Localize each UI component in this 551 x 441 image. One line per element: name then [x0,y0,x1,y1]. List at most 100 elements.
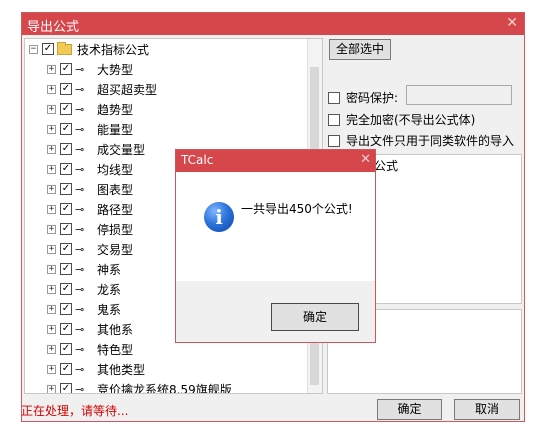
password-checkbox[interactable] [328,91,340,104]
expand-icon[interactable]: + [47,364,56,374]
tree-item-checkbox[interactable]: ✓ [60,263,72,275]
tree-item[interactable]: + ✓ ⊸ 成交量型 [47,140,145,158]
tree-item-label: 特色型 [97,342,134,357]
tcalc-dialog: TCalc ✕ i 一共导出450个公式! 确定 [175,149,376,343]
expand-icon[interactable]: + [47,164,56,174]
ok-button[interactable]: 确定 [377,399,442,420]
same-software-checkbox[interactable] [328,134,340,147]
expand-icon[interactable]: + [47,104,56,114]
tree-item[interactable]: + ✓ ⊸ 鬼系 [47,300,121,318]
key-icon: ⊸ [75,302,85,316]
tree-item-label: 超买超卖型 [97,82,158,97]
tree-item-label: 能量型 [97,122,134,137]
cancel-button[interactable]: 取消 [454,399,520,420]
tree-item-label: 龙系 [97,282,122,297]
tree-item-label: 鬼系 [97,302,122,317]
password-label: 密码保护: [346,91,399,105]
tree-item-checkbox[interactable]: ✓ [60,303,72,315]
key-icon: ⊸ [75,182,85,196]
info-icon: i [204,202,234,232]
tree-item[interactable]: + ✓ ⊸ 图表型 [47,180,133,198]
key-icon: ⊸ [75,322,85,336]
tree-item-checkbox[interactable]: ✓ [60,283,72,295]
tree-item-checkbox[interactable]: ✓ [60,103,72,115]
same-software-option[interactable]: 导出文件只用于同类软件的导入 [328,132,514,149]
tree-root-row[interactable]: − ✓ 技术指标公式 [29,40,149,58]
status-text: 正在处理，请等待... [21,404,129,418]
tree-item-checkbox[interactable]: ✓ [60,163,72,175]
tree-item[interactable]: + ✓ ⊸ 停损型 [47,220,133,238]
tree-item-label: 大势型 [97,62,134,77]
expand-icon[interactable]: + [47,384,56,393]
tree-item[interactable]: + ✓ ⊸ 路径型 [47,200,133,218]
tree-item-checkbox[interactable]: ✓ [60,383,72,393]
key-icon: ⊸ [75,362,85,376]
tree-item[interactable]: + ✓ ⊸ 趋势型 [47,100,133,118]
tree-item-checkbox[interactable]: ✓ [60,63,72,75]
expand-icon[interactable]: + [47,264,56,274]
close-icon[interactable]: ✕ [506,15,518,31]
key-icon: ⊸ [75,82,85,96]
tree-item-checkbox[interactable]: ✓ [60,203,72,215]
collapse-icon[interactable]: − [29,44,38,54]
tree-item-checkbox[interactable]: ✓ [60,223,72,235]
tree-item[interactable]: + ✓ ⊸ 龙系 [47,280,121,298]
tree-item[interactable]: + ✓ ⊸ 特色型 [47,340,133,358]
tree-item-label: 停损型 [97,222,134,237]
tree-root-checkbox[interactable]: ✓ [42,43,54,55]
tree-item-checkbox[interactable]: ✓ [60,243,72,255]
encrypt-option[interactable]: 完全加密(不导出公式体) [328,111,475,128]
expand-icon[interactable]: + [47,204,56,214]
tree-item-checkbox[interactable]: ✓ [60,323,72,335]
tree-item-checkbox[interactable]: ✓ [60,143,72,155]
expand-icon[interactable]: + [47,144,56,154]
tree-item-label: 趋势型 [97,102,134,117]
tree-item-checkbox[interactable]: ✓ [60,343,72,355]
dialog-ok-button[interactable]: 确定 [271,303,359,331]
key-icon: ⊸ [75,62,85,76]
expand-icon[interactable]: + [47,284,56,294]
expand-icon[interactable]: + [47,304,56,314]
key-icon: ⊸ [75,162,85,176]
tree-item[interactable]: + ✓ ⊸ 竞价擒龙系统8.59旗舰版 [47,380,232,393]
tree-item[interactable]: + ✓ ⊸ 交易型 [47,240,133,258]
dialog-close-icon[interactable]: ✕ [360,152,371,167]
tree-item[interactable]: + ✓ ⊸ 其他类型 [47,360,145,378]
expand-icon[interactable]: + [47,224,56,234]
tree-item-label: 其他系 [97,322,134,337]
tree-item[interactable]: + ✓ ⊸ 超买超卖型 [47,80,157,98]
window-titlebar[interactable]: 导出公式 ✕ [22,13,524,35]
dialog-body: i 一共导出450个公式! [176,172,375,281]
dialog-titlebar[interactable]: TCalc ✕ [176,150,375,172]
expand-icon[interactable]: + [47,124,56,134]
key-icon: ⊸ [75,142,85,156]
key-icon: ⊸ [75,282,85,296]
key-icon: ⊸ [75,262,85,276]
password-option[interactable]: 密码保护: [328,89,398,106]
key-icon: ⊸ [75,202,85,216]
tree-item[interactable]: + ✓ ⊸ 神系 [47,260,121,278]
tree-item-label: 图表型 [97,182,134,197]
expand-icon[interactable]: + [47,344,56,354]
expand-icon[interactable]: + [47,84,56,94]
tree-item[interactable]: + ✓ ⊸ 能量型 [47,120,133,138]
key-icon: ⊸ [75,122,85,136]
tree-item-label: 均线型 [97,162,134,177]
expand-icon[interactable]: + [47,324,56,334]
tree-item-checkbox[interactable]: ✓ [60,363,72,375]
tree-item-checkbox[interactable]: ✓ [60,83,72,95]
tree-item[interactable]: + ✓ ⊸ 大势型 [47,60,133,78]
tree-item[interactable]: + ✓ ⊸ 其他系 [47,320,133,338]
expand-icon[interactable]: + [47,184,56,194]
key-icon: ⊸ [75,222,85,236]
expand-icon[interactable]: + [47,64,56,74]
encrypt-checkbox[interactable] [328,113,340,126]
select-all-button[interactable]: 全部选中 [329,39,391,60]
tree-item-checkbox[interactable]: ✓ [60,123,72,135]
dialog-title: TCalc [181,153,214,167]
tree-item[interactable]: + ✓ ⊸ 均线型 [47,160,133,178]
password-field[interactable] [406,85,512,105]
expand-icon[interactable]: + [47,244,56,254]
same-software-label: 导出文件只用于同类软件的导入 [346,134,515,148]
tree-item-checkbox[interactable]: ✓ [60,183,72,195]
